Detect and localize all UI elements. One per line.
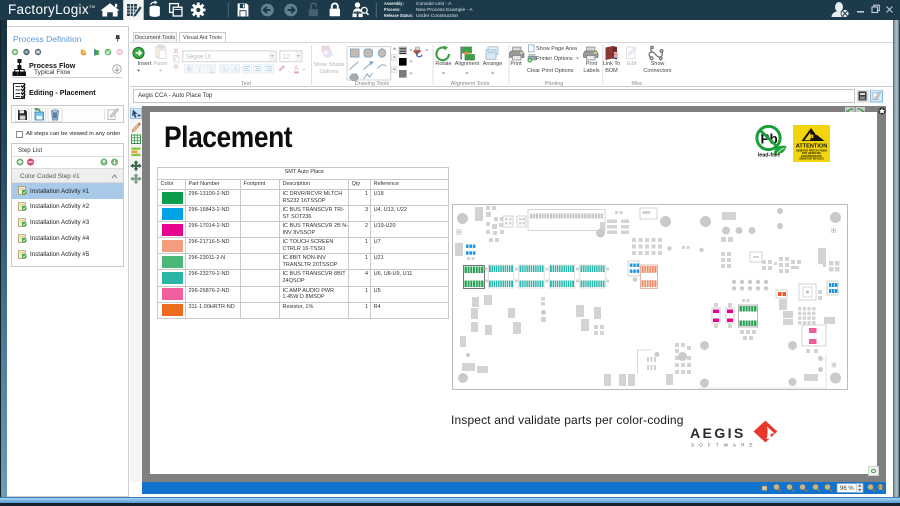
svg-text:Segoe UI: Segoe UI	[186, 55, 211, 61]
svg-text:B: B	[187, 65, 192, 73]
svg-text:AEGIS: AEGIS	[690, 425, 746, 441]
svg-text:A˄: A˄	[222, 65, 231, 73]
svg-text:96 %: 96 %	[840, 486, 854, 492]
svg-text:A˅: A˅	[233, 65, 242, 73]
svg-text:SOFTWARE: SOFTWARE	[691, 443, 758, 448]
svg-text:SENSITIVE DEVICES: SENSITIVE DEVICES	[799, 157, 824, 160]
svg-text:lead-free: lead-free	[758, 153, 780, 159]
svg-text:U: U	[209, 65, 214, 73]
svg-text:12: 12	[283, 55, 290, 61]
svg-text:A: A	[294, 66, 299, 73]
